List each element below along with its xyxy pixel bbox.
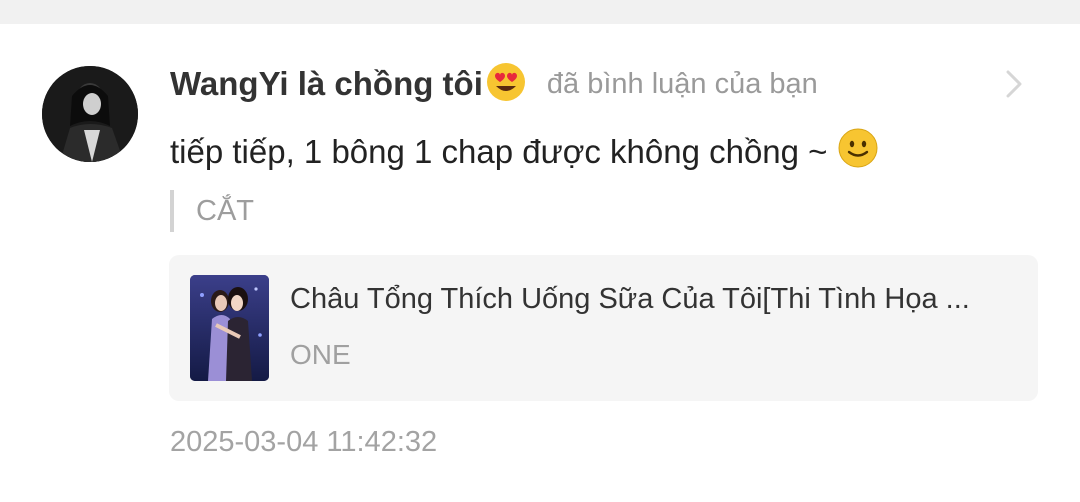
heart-eyes-emoji-icon bbox=[485, 61, 527, 108]
notification-card[interactable]: WangYi là chồng tôi đã bình luận của bạn… bbox=[0, 24, 1080, 502]
username[interactable]: WangYi là chồng tôi bbox=[170, 65, 483, 103]
work-title: Châu Tổng Thích Uống Sữa Của Tôi[Thi Tìn… bbox=[290, 283, 970, 315]
work-cover-image bbox=[190, 275, 269, 381]
action-text: đã bình luận của bạn bbox=[546, 67, 818, 100]
work-card[interactable]: Châu Tổng Thích Uống Sữa Của Tôi[Thi Tìn… bbox=[169, 255, 1038, 401]
chevron-right-icon[interactable] bbox=[1004, 68, 1024, 105]
timestamp: 2025-03-04 11:42:32 bbox=[170, 426, 438, 458]
notification-header: WangYi là chồng tôi đã bình luận của bạn bbox=[170, 60, 818, 108]
work-author: ONE bbox=[290, 339, 351, 370]
smile-emoji-icon bbox=[837, 127, 879, 177]
comment-text: tiếp tiếp, 1 bông 1 chap được không chồn… bbox=[170, 126, 879, 178]
quoted-text: CẮT bbox=[170, 190, 254, 232]
comment-body: tiếp tiếp, 1 bông 1 chap được không chồn… bbox=[170, 133, 828, 170]
avatar[interactable] bbox=[42, 66, 138, 162]
